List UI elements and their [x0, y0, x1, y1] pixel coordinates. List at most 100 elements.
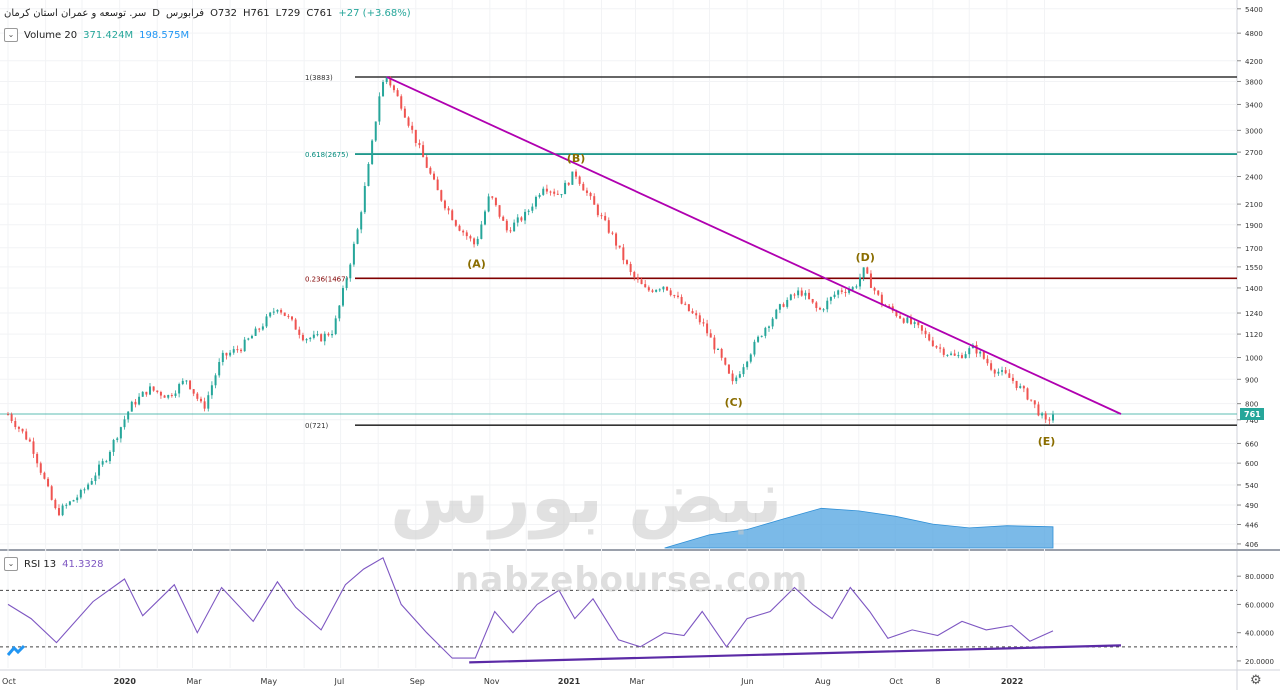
candle-body	[43, 472, 46, 479]
candle-body	[564, 182, 567, 195]
candle-body	[553, 191, 556, 194]
time-tick-label: May	[261, 677, 278, 686]
candle-body	[149, 386, 152, 395]
fib-level-label: 1(3883)	[305, 74, 333, 82]
candle-body	[79, 490, 82, 498]
candle-body	[382, 82, 385, 97]
volume-label[interactable]: Volume 20	[24, 30, 77, 41]
candle-body	[156, 390, 159, 393]
candle-body	[1015, 380, 1018, 388]
candle-body	[425, 157, 428, 168]
interval[interactable]: D	[152, 8, 160, 19]
candle-body	[87, 484, 90, 490]
candle-body	[899, 315, 902, 319]
candle-body	[651, 290, 654, 292]
rsi-value: 41.3328	[62, 558, 104, 570]
candle-body	[993, 369, 996, 374]
candle-body	[283, 312, 286, 316]
exchange: فرابورس	[166, 8, 205, 19]
time-tick-label: Oct	[889, 677, 903, 686]
chevron-down-icon[interactable]: ⌄	[4, 28, 18, 42]
candle-body	[538, 194, 541, 197]
candle-body	[531, 206, 534, 211]
candle-body	[957, 355, 960, 357]
candle-body	[505, 220, 508, 231]
candle-body	[298, 329, 301, 335]
candle-body	[829, 297, 832, 301]
candle-body	[272, 311, 275, 313]
candle-body	[98, 464, 101, 476]
price-tick-label: 5400	[1245, 6, 1263, 14]
high-value: H761	[243, 8, 270, 19]
candle-body	[309, 337, 312, 340]
candle-body	[640, 279, 643, 285]
candle-body	[261, 326, 264, 330]
candle-body	[669, 290, 672, 296]
candle-body	[611, 232, 614, 234]
candle-body	[294, 319, 297, 330]
candle-body	[731, 373, 734, 382]
candle-body	[225, 352, 228, 356]
candle-body	[123, 419, 126, 428]
rsi-label[interactable]: RSI 13	[24, 559, 56, 570]
candle-body	[403, 108, 406, 118]
candle-body	[250, 335, 253, 339]
candle-body	[582, 183, 585, 191]
candle-body	[658, 289, 661, 291]
candle-body	[800, 290, 803, 296]
candle-body	[585, 190, 588, 193]
candle-body	[483, 211, 486, 225]
candle-body	[327, 333, 330, 336]
candle-body	[673, 295, 676, 297]
settings-gear-icon[interactable]: ⚙	[1250, 674, 1262, 688]
candle-body	[859, 277, 862, 287]
candle-body	[713, 337, 716, 350]
candle-body	[778, 304, 781, 310]
candle-body	[709, 333, 712, 338]
candle-body	[189, 380, 192, 390]
candle-body	[83, 489, 86, 491]
candle-body	[473, 238, 476, 245]
candle-body	[145, 391, 148, 395]
candle-body	[920, 325, 923, 331]
candle-body	[534, 196, 537, 207]
candle-body	[119, 427, 122, 439]
candle-body	[116, 438, 119, 440]
candle-body	[727, 364, 730, 374]
symbol-name[interactable]: سر. توسعه و عمران استان کرمان	[4, 8, 146, 19]
candle-body	[502, 216, 505, 221]
candle-body	[946, 354, 949, 356]
rsi-tick-label: 80.0000	[1245, 573, 1274, 581]
time-tick-label: Mar	[186, 677, 202, 686]
wave-label: (B)	[567, 152, 585, 165]
candle-body	[793, 294, 796, 296]
candle-body	[280, 309, 283, 313]
candle-body	[374, 121, 377, 141]
candle-body	[440, 190, 443, 201]
candle-body	[254, 328, 257, 336]
candle-body	[902, 318, 905, 323]
candle-body	[68, 501, 71, 505]
candle-body	[702, 322, 705, 324]
candle-body	[196, 393, 199, 399]
rsi-tick-label: 60.0000	[1245, 601, 1274, 609]
candle-body	[320, 334, 323, 342]
candle-body	[94, 475, 97, 482]
candle-body	[367, 163, 370, 186]
candle-body	[549, 191, 552, 193]
candle-body	[469, 236, 472, 239]
candle-body	[1026, 388, 1029, 400]
candle-body	[39, 463, 42, 473]
candle-body	[61, 505, 64, 516]
rsi-tick-label: 40.0000	[1245, 630, 1274, 638]
candle-body	[112, 439, 115, 452]
candle-body	[487, 196, 490, 212]
candle-body	[349, 264, 352, 279]
tradingview-logo-icon[interactable]	[6, 643, 28, 659]
candle-body	[243, 339, 246, 352]
chevron-down-icon[interactable]: ⌄	[4, 557, 18, 571]
candle-body	[1033, 400, 1036, 405]
candle-body	[1044, 413, 1047, 420]
candle-body	[742, 367, 745, 375]
candle-body	[174, 393, 177, 396]
